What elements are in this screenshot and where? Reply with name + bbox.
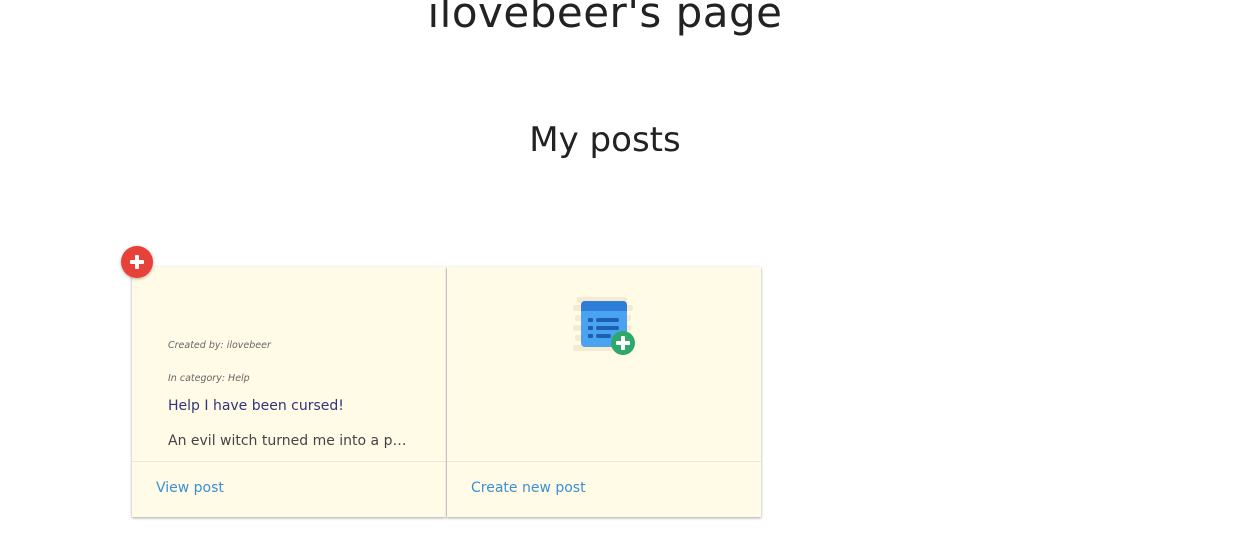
post-title: Help I have been cursed!	[168, 398, 344, 414]
new-post-card: Create new post	[447, 267, 761, 517]
create-new-post-link[interactable]: Create new post	[471, 480, 586, 496]
add-post-plus-icon[interactable]	[121, 246, 153, 278]
new-post-icon[interactable]	[571, 291, 639, 359]
post-author: Created by: ilovebeer	[168, 340, 271, 351]
post-card: Created by: ilovebeer In category: Help …	[132, 267, 446, 517]
page-title: ilovebeer's page	[427, 0, 783, 37]
posts-grid: Created by: ilovebeer In category: Help …	[132, 267, 762, 517]
post-card-actions: View post	[132, 461, 446, 517]
section-title: My posts	[529, 120, 681, 160]
post-excerpt: An evil witch turned me into a plat...	[168, 433, 408, 449]
post-category: In category: Help	[168, 373, 250, 384]
user-page: ilovebeer's page My posts Created by: il…	[0, 0, 1238, 560]
view-post-link[interactable]: View post	[156, 480, 224, 496]
new-post-card-actions: Create new post	[447, 461, 761, 517]
